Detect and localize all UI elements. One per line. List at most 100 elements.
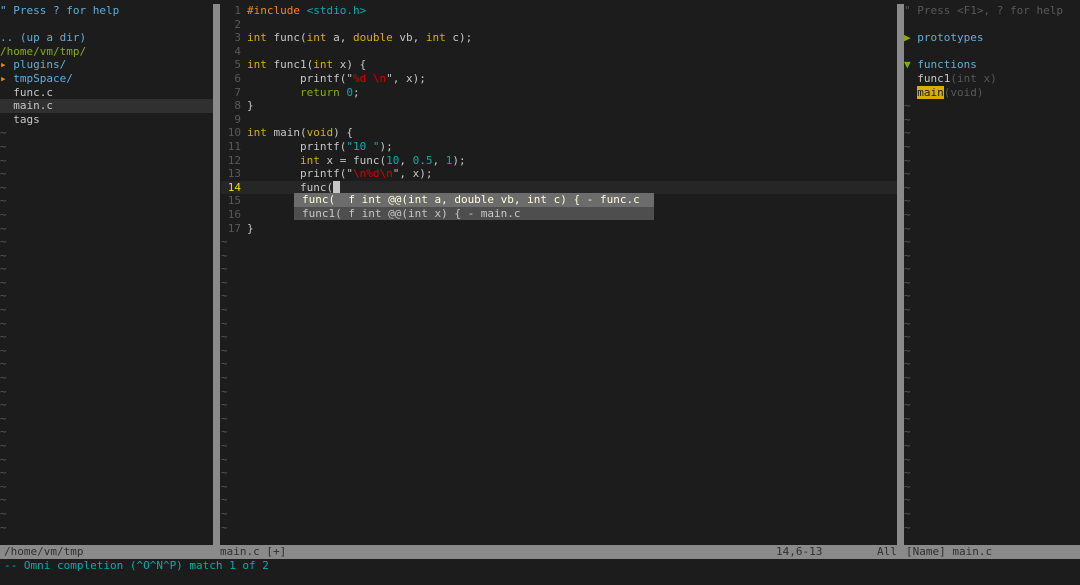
text-cursor (333, 180, 341, 193)
empty-line-tilde: ~ (221, 371, 228, 385)
empty-line-tilde: ~ (904, 425, 911, 439)
tagbar-item-func1[interactable]: func1(int x) (904, 72, 1080, 86)
code-line[interactable]: 13 printf("\n%d\n", x); (221, 167, 897, 181)
empty-line-tilde: ~ (904, 248, 911, 262)
empty-line-tilde: ~ (0, 439, 7, 452)
command-line[interactable]: -- Omni completion (^O^N^P) match 1 of 2 (4, 559, 269, 573)
empty-line-tilde: ~ (0, 411, 7, 425)
line-number: 1 (234, 4, 241, 17)
empty-line-tilde: ~ (0, 248, 7, 262)
status-scroll: All (877, 545, 897, 558)
empty-line-tilde: ~ (0, 425, 7, 439)
line-number: 8 (234, 99, 241, 113)
tagbar-group-functions[interactable]: ▼ functions (904, 58, 1080, 72)
line-number: 7 (234, 85, 241, 99)
code-line[interactable]: 4 (221, 45, 897, 59)
empty-line-tilde: ~ (904, 439, 911, 452)
line-number: 6 (234, 71, 241, 85)
code-line[interactable]: 9 (221, 113, 897, 127)
tagbar-item-main[interactable]: main(void) (904, 85, 1080, 100)
empty-line-tilde: ~ (221, 452, 228, 466)
tagbar-empty-lines: ~ ~ ~ ~ ~ ~ ~ ~ ~ ~ ~ ~ ~ ~ ~ ~ ~ ~ ~ ~ ~ ~ ~ ~ ~ ~ ~ ~ ~ ~ ~ ~ (904, 99, 1080, 534)
code-line[interactable]: 10 int main(void) { (221, 126, 897, 140)
empty-line-tilde: ~ (904, 180, 911, 194)
explorer-entry-label: main.c (13, 99, 53, 113)
empty-line-tilde: ~ (0, 398, 7, 412)
explorer-entry-label: plugins/ (13, 58, 67, 72)
empty-line-tilde: ~ (0, 303, 7, 317)
empty-line-tilde: ~ (221, 330, 228, 344)
editor-buffer[interactable]: 1 #include <stdio.h> 2 3 int func(int a, d… (221, 4, 897, 545)
explorer-help-text: " Press ? for help (0, 4, 120, 17)
line-number: 17 (227, 221, 241, 235)
line-number: 13 (227, 167, 241, 181)
empty-line-tilde: ~ (904, 221, 911, 235)
line-number: 9 (234, 112, 241, 126)
line-number: 14 (227, 180, 241, 194)
empty-line-tilde: ~ (0, 153, 7, 167)
empty-line-tilde: ~ (221, 506, 228, 520)
empty-line-tilde: ~ (221, 479, 228, 493)
explorer-entry-label: tmpSpace/ (13, 71, 73, 85)
code-line[interactable]: 5 int func1(int x) { (221, 58, 897, 72)
completion-popup[interactable]: func( f int @@(int a, double vb, int c) … (294, 193, 654, 221)
code-line[interactable]: 8} (221, 99, 897, 113)
expanded-arrow-icon: ▼ (904, 58, 918, 72)
empty-line-tilde: ~ (904, 371, 911, 385)
explorer-entry-tmpspace[interactable]: ▸ tmpSpace/ (0, 72, 213, 86)
code-line[interactable]: 17} (221, 222, 897, 236)
empty-line-tilde: ~ (0, 207, 7, 221)
empty-line-tilde: ~ (904, 126, 911, 140)
explorer-entry-tags[interactable]: tags (0, 113, 213, 127)
empty-line-tilde: ~ (0, 180, 7, 194)
empty-line-tilde: ~ (904, 452, 911, 466)
completion-item-func1[interactable]: func1( f int @@(int x) { - main.c (294, 206, 654, 221)
empty-line-tilde: ~ (904, 99, 911, 113)
empty-line-tilde: ~ (221, 439, 228, 452)
code-line[interactable]: 11 printf("10 "); (221, 140, 897, 154)
empty-line-tilde: ~ (0, 275, 7, 289)
empty-line-tilde: ~ (904, 343, 911, 357)
empty-line-tilde: ~ (904, 139, 911, 153)
tagbar-help-text: " Press <F1>, ? for help (904, 4, 1063, 17)
code-line[interactable]: 7 return 0; (221, 86, 897, 100)
empty-line-tilde: ~ (0, 167, 7, 181)
empty-line-tilde: ~ (221, 289, 228, 303)
code-line[interactable]: 2 (221, 18, 897, 32)
code-line[interactable]: 12 int x = func(10, 0.5, 1); (221, 154, 897, 168)
empty-line-tilde: ~ (904, 194, 911, 208)
empty-line-tilde: ~ (221, 275, 228, 289)
empty-line-tilde: ~ (904, 153, 911, 167)
empty-line-tilde: ~ (221, 520, 228, 534)
explorer-entry-label: func.c (13, 85, 53, 99)
empty-line-tilde: ~ (0, 466, 7, 480)
code-line[interactable]: 6 printf("%d \n", x); (221, 72, 897, 86)
line-number: 2 (234, 17, 241, 31)
empty-line-tilde: ~ (0, 506, 7, 520)
empty-line-tilde: ~ (0, 289, 7, 303)
empty-line-tilde: ~ (221, 235, 228, 249)
code-line[interactable]: 1 #include <stdio.h> (221, 4, 897, 18)
vertical-split-left[interactable] (213, 4, 220, 545)
code-line[interactable]: 3 int func(int a, double vb, int c); (221, 31, 897, 45)
status-path: /home/vm/tmp (4, 545, 84, 558)
completion-item-func[interactable]: func( f int @@(int a, double vb, int c) … (294, 193, 654, 207)
empty-line-tilde: ~ (221, 398, 228, 412)
empty-line-tilde: ~ (221, 303, 228, 317)
empty-line-tilde: ~ (904, 275, 911, 289)
vertical-split-right[interactable] (897, 4, 904, 545)
empty-line-tilde: ~ (221, 316, 228, 330)
explorer-entry-func-c[interactable]: func.c (0, 86, 213, 100)
explorer-entry-plugins[interactable]: ▸ plugins/ (0, 58, 213, 72)
empty-line-tilde: ~ (221, 357, 228, 371)
tagbar-group-prototypes[interactable]: ▶ prototypes (904, 31, 1080, 45)
explorer-up-dir[interactable]: .. (up a dir) (0, 31, 213, 45)
empty-line-tilde: ~ (221, 262, 228, 276)
empty-line-tilde: ~ (221, 493, 228, 507)
empty-line-tilde: ~ (221, 384, 228, 398)
status-line-explorer: /home/vm/tmp (0, 545, 220, 559)
explorer-entry-main-c[interactable]: main.c (0, 99, 213, 113)
explorer-cwd: /home/vm/tmp/ (0, 44, 87, 58)
empty-line-tilde: ~ (221, 343, 228, 357)
empty-line-tilde: ~ (221, 466, 228, 480)
